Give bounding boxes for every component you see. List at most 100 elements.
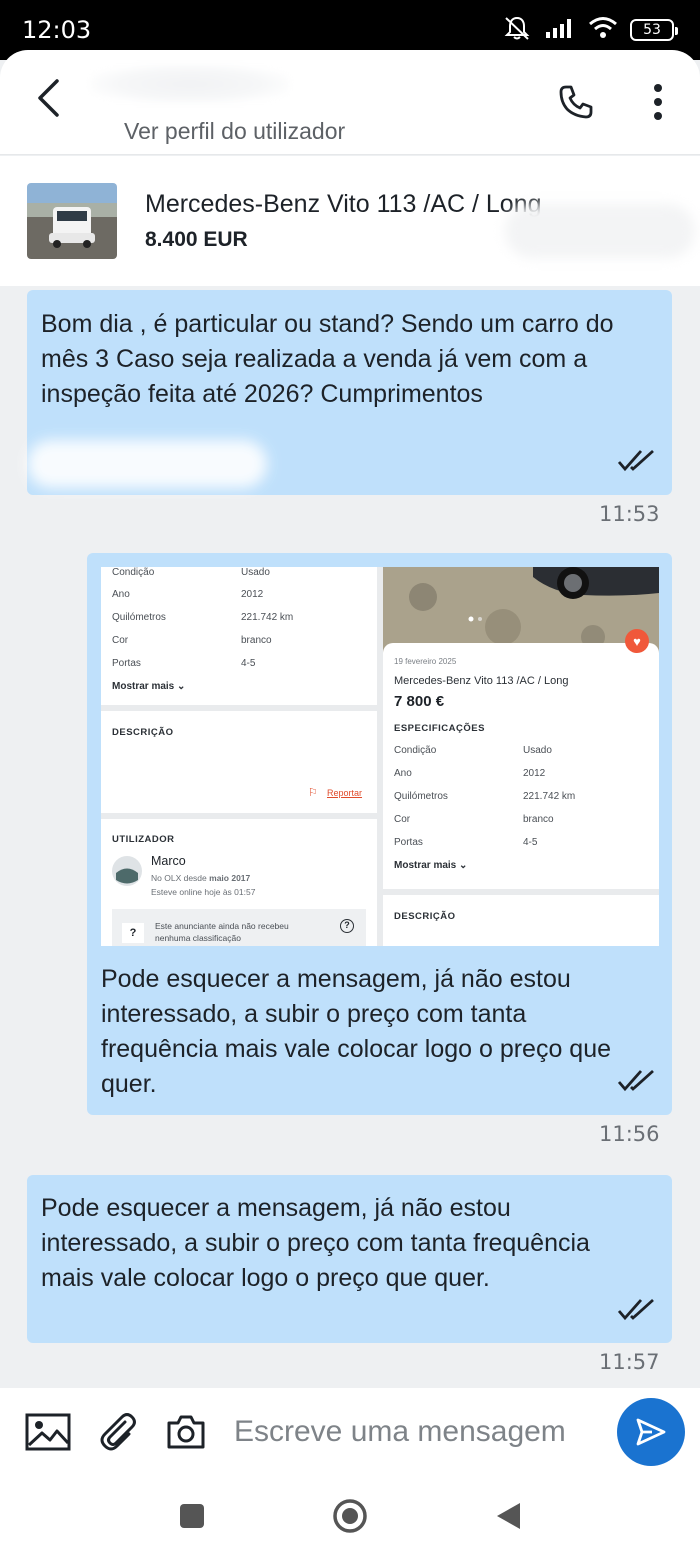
read-receipt-icon xyxy=(617,449,654,472)
spec-label: Ano xyxy=(112,589,130,600)
status-time: 12:03 xyxy=(22,16,92,44)
spec-label: Condição xyxy=(394,745,437,756)
battery-icon: 53 xyxy=(630,19,678,41)
ad-summary[interactable]: Mercedes-Benz Vito 113 /AC / Long 8.400 … xyxy=(0,156,700,286)
call-button[interactable] xyxy=(552,78,600,126)
help-icon: ? xyxy=(340,919,354,933)
send-icon xyxy=(636,1418,666,1446)
message-text: Bom dia , é particular ou stand? Sendo u… xyxy=(41,310,614,408)
recents-button[interactable] xyxy=(172,1496,212,1536)
mute-icon xyxy=(502,14,532,47)
message-text: Pode esquecer a mensagem, já não estou i… xyxy=(41,1194,590,1292)
rating-note-line: Este anunciante ainda não recebeu xyxy=(155,921,289,931)
spec-value: Usado xyxy=(241,567,270,578)
spec-label: Quilómetros xyxy=(394,791,448,802)
square-icon xyxy=(180,1504,204,1528)
send-button[interactable] xyxy=(617,1398,685,1466)
ad-title: Mercedes-Benz Vito 113 /AC / Long xyxy=(145,190,542,218)
user-title: UTILIZADOR xyxy=(112,834,175,845)
spec-value: 4-5 xyxy=(523,837,538,848)
spec-value: branco xyxy=(523,814,554,825)
ad-thumbnail xyxy=(27,183,117,259)
user-since: No OLX desde maio 2017 xyxy=(151,873,250,883)
more-options-button[interactable] xyxy=(638,78,678,126)
show-more-label: Mostrar mais xyxy=(394,860,457,871)
chevron-left-icon xyxy=(38,79,59,117)
back-button[interactable] xyxy=(28,76,68,120)
message-time: 11:56 xyxy=(599,1122,660,1146)
spec-value: 4-5 xyxy=(241,658,256,669)
screenshot-left-panel: Condição Usado Ano 2012 Quilómetros 221.… xyxy=(101,567,377,946)
image-icon xyxy=(25,1413,71,1451)
heart-icon: ♥ xyxy=(625,629,649,653)
spec-value: 2012 xyxy=(241,589,264,600)
home-button[interactable] xyxy=(330,1496,370,1536)
circle-icon xyxy=(333,1499,367,1533)
read-receipt-icon xyxy=(617,1298,654,1321)
system-nav-bar xyxy=(0,1476,700,1556)
wifi-icon xyxy=(588,16,618,45)
message-text: Pode esquecer a mensagem, já não estou i… xyxy=(101,965,612,1098)
message-bubble[interactable]: Pode esquecer a mensagem, já não estou i… xyxy=(27,1175,672,1343)
redacted-area xyxy=(27,440,267,488)
message-time: 11:57 xyxy=(599,1350,660,1374)
more-vertical-icon xyxy=(654,84,662,120)
divider xyxy=(101,813,377,819)
spec-label: Ano xyxy=(394,768,412,779)
divider xyxy=(383,889,659,895)
spec-value: 221.742 km xyxy=(523,791,576,802)
user-online: Esteve online hoje às 01:57 xyxy=(151,887,256,897)
description-title: DESCRIÇÃO xyxy=(112,727,174,738)
attached-screenshot[interactable]: Condição Usado Ano 2012 Quilómetros 221.… xyxy=(101,567,659,946)
user-name: Marco xyxy=(151,854,186,868)
description-title: DESCRIÇÃO xyxy=(394,911,456,922)
triangle-left-icon xyxy=(497,1503,520,1529)
ad-price: 8.400 EUR xyxy=(145,228,248,251)
back-nav-button[interactable] xyxy=(488,1496,528,1536)
contact-name-redacted xyxy=(90,64,290,104)
attach-button[interactable] xyxy=(94,1410,142,1454)
user-since-prefix: No OLX desde xyxy=(151,873,207,883)
screenshot-right-panel: 19 fevereiro 2025 Mercedes-Benz Vito 113… xyxy=(383,567,659,946)
spec-label: Portas xyxy=(112,658,141,669)
avatar xyxy=(112,856,142,886)
spec-label: Quilómetros xyxy=(112,612,166,623)
redacted-area xyxy=(505,204,695,258)
spec-value: 221.742 km xyxy=(241,612,294,623)
read-receipt-icon xyxy=(617,1069,654,1092)
paperclip-icon xyxy=(100,1413,136,1451)
message-input[interactable] xyxy=(234,1412,604,1452)
spec-label: Cor xyxy=(394,814,411,825)
ad-detail-card: 19 fevereiro 2025 Mercedes-Benz Vito 113… xyxy=(383,643,659,889)
spec-label: Condição xyxy=(112,567,155,578)
report-link: Reportar xyxy=(327,788,363,798)
signal-icon xyxy=(544,16,576,45)
camera-button[interactable] xyxy=(162,1410,210,1454)
spec-label: Portas xyxy=(394,837,423,848)
ad-price: 7 800 € xyxy=(394,693,445,710)
divider xyxy=(101,705,377,711)
message-bubble[interactable]: Condição Usado Ano 2012 Quilómetros 221.… xyxy=(87,553,672,1115)
message-time: 11:53 xyxy=(599,502,660,526)
show-more-link: Mostrar mais ⌄ xyxy=(394,860,468,871)
phone-icon xyxy=(559,85,593,119)
user-since-date: maio 2017 xyxy=(209,873,251,883)
ad-date: 19 fevereiro 2025 xyxy=(394,657,457,666)
show-more-link: Mostrar mais ⌄ xyxy=(112,681,186,692)
spec-value: branco xyxy=(241,635,272,646)
gallery-button[interactable] xyxy=(24,1410,72,1454)
question-icon: ? xyxy=(122,923,144,943)
rating-note-line: nenhuma classificação xyxy=(155,933,241,943)
ad-title: Mercedes-Benz Vito 113 /AC / Long xyxy=(394,675,569,687)
rating-note: ? Este anunciante ainda não recebeu nenh… xyxy=(112,909,366,946)
status-icons: 53 xyxy=(502,14,678,47)
spec-label: Cor xyxy=(112,635,129,646)
chat-header: Ver perfil do utilizador xyxy=(0,50,700,155)
specs-title: ESPECIFICAÇÕES xyxy=(394,723,485,734)
message-composer xyxy=(0,1388,700,1476)
spec-value: Usado xyxy=(523,745,552,756)
spec-value: 2012 xyxy=(523,768,546,779)
message-bubble[interactable]: Bom dia , é particular ou stand? Sendo u… xyxy=(27,290,672,495)
camera-icon xyxy=(167,1415,205,1449)
view-profile-link[interactable]: Ver perfil do utilizador xyxy=(124,118,345,145)
